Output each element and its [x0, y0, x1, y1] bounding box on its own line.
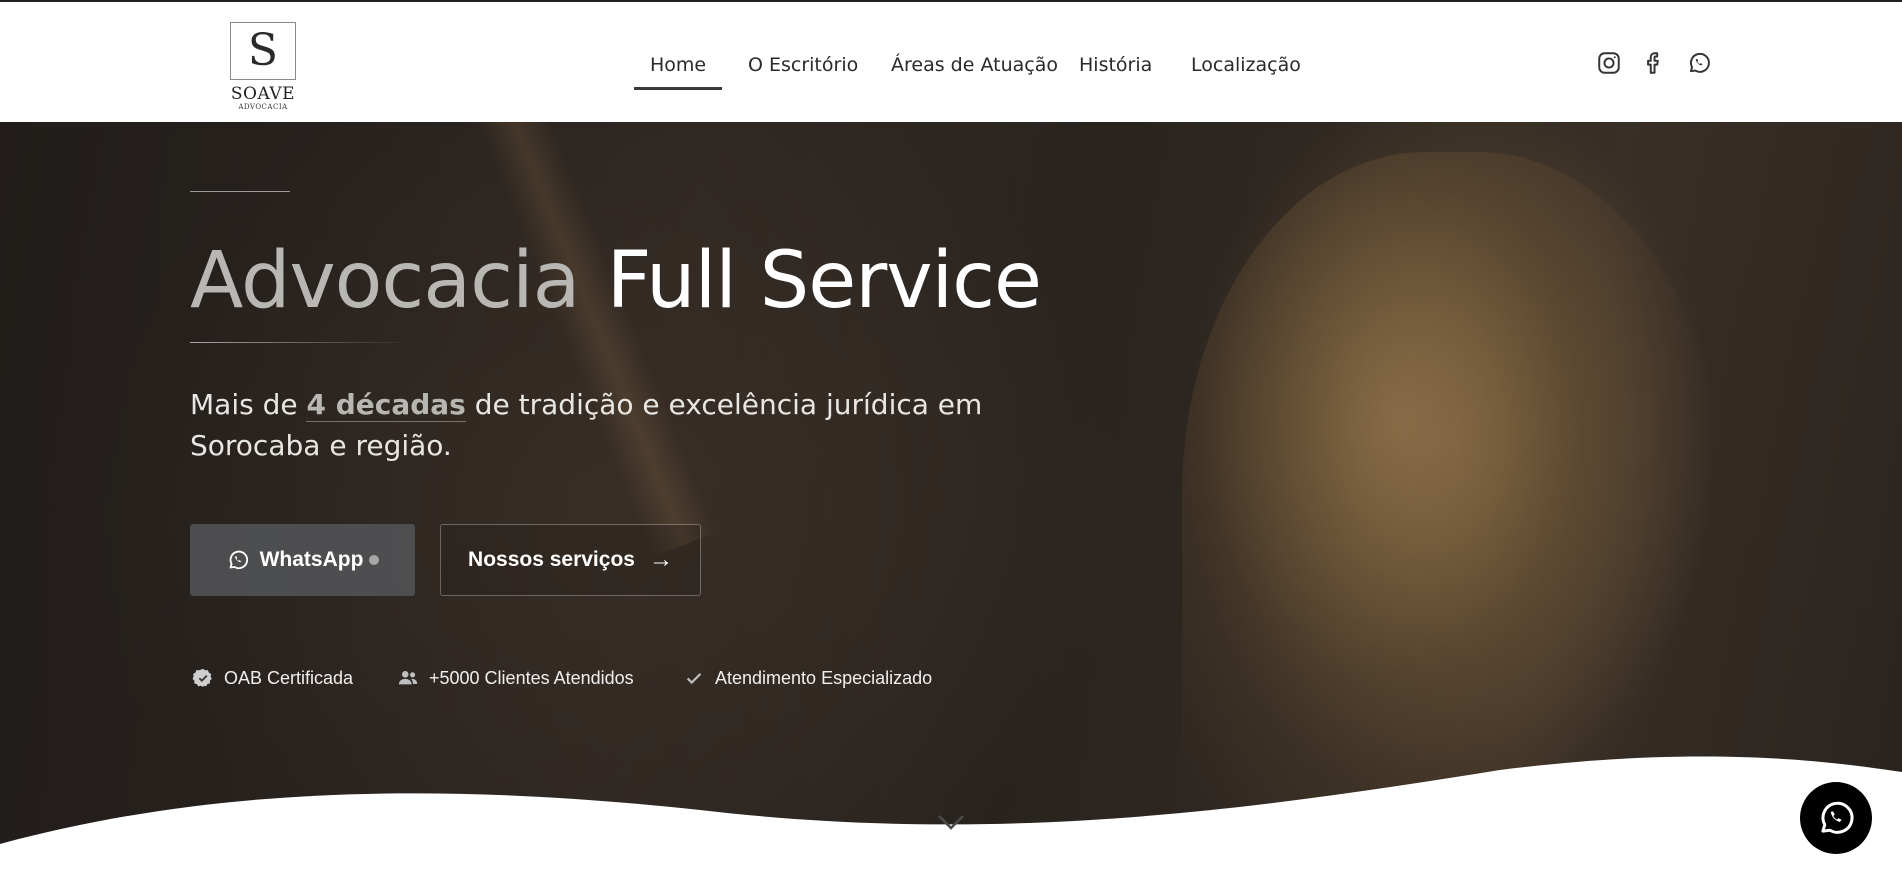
subtitle-highlight: 4 décadas	[306, 388, 466, 422]
badge-oab-label: OAB Certificada	[224, 667, 354, 688]
hero-headline: Advocacia Full Service	[190, 242, 1042, 320]
badge-atendimento-label: Atendimento Especializado	[715, 667, 933, 688]
nav-item-home[interactable]: Home	[633, 54, 723, 90]
whatsapp-icon[interactable]	[1686, 50, 1712, 76]
hero-section: Advocacia Full Service Mais de 4 décadas…	[0, 122, 1902, 880]
hero-subtitle: Mais de 4 décadas de tradição e excelênc…	[190, 384, 1030, 466]
status-dot	[369, 555, 380, 565]
check-circle-icon	[192, 668, 212, 688]
services-button[interactable]: Nossos serviços →	[440, 524, 701, 596]
headline-light: Advocacia	[190, 236, 580, 326]
decorative-rule	[190, 191, 290, 192]
whatsapp-button-label: WhatsApp	[259, 548, 364, 571]
headline-bold: Full Service	[606, 236, 1042, 326]
chevron-down-icon[interactable]	[936, 812, 966, 832]
nav-item-escritorio[interactable]: O Escritório	[748, 54, 858, 76]
badge-clientes-label: +5000 Clientes Atendidos	[429, 667, 634, 688]
logo-name: SOAVE	[230, 84, 296, 104]
badge-oab: OAB Certificada	[192, 667, 353, 689]
subtitle-pre: Mais de	[190, 388, 307, 421]
badge-atendimento: Atendimento Especializado	[683, 667, 932, 689]
facebook-icon[interactable]	[1641, 50, 1667, 76]
nav-item-localizacao[interactable]: Localização	[1191, 54, 1301, 76]
whatsapp-icon	[229, 550, 248, 570]
site-header: S SOAVE ADVOCACIA Home O Escritório Área…	[0, 0, 1902, 122]
floating-whatsapp-button[interactable]	[1800, 782, 1872, 854]
instagram-icon[interactable]	[1596, 50, 1622, 76]
services-button-label: Nossos serviços	[468, 548, 635, 571]
users-icon	[398, 671, 418, 685]
nav-item-areas[interactable]: Áreas de Atuação	[891, 54, 1058, 76]
headline-underline	[190, 342, 410, 343]
whatsapp-icon	[1821, 801, 1854, 834]
badge-clientes: +5000 Clientes Atendidos	[397, 667, 634, 689]
arrow-right-icon: →	[648, 546, 673, 573]
logo-subtitle: ADVOCACIA	[238, 103, 288, 111]
whatsapp-button[interactable]: WhatsApp	[190, 524, 415, 596]
nav-item-historia[interactable]: História	[1079, 54, 1152, 76]
check-icon	[686, 673, 702, 685]
